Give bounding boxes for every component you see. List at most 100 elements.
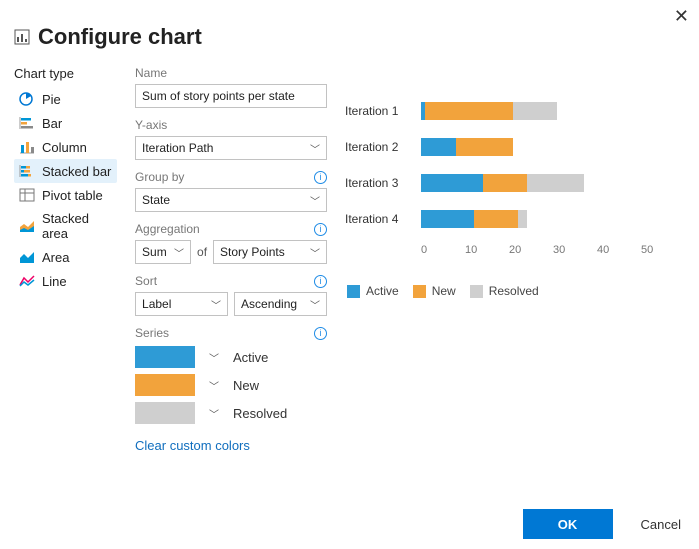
series-swatch-active[interactable] (135, 346, 195, 368)
cancel-button[interactable]: Cancel (641, 517, 681, 532)
chart-type-line[interactable]: Line (14, 269, 117, 293)
series-swatch-new[interactable] (135, 374, 195, 396)
column-icon (18, 139, 36, 155)
series-name: Resolved (233, 406, 287, 421)
chevron-down-icon[interactable]: ﹀ (209, 406, 219, 421)
chart-config-icon (14, 29, 30, 45)
chart-segment-new (425, 102, 513, 120)
series-name: Active (233, 350, 268, 365)
aggregation-label: Aggregation (135, 222, 200, 236)
chart-segment-resolved (513, 102, 557, 120)
legend-item: Resolved (470, 284, 539, 298)
chart-stacked-bar (421, 173, 685, 193)
chart-type-area[interactable]: Area (14, 245, 117, 269)
chart-type-label: Bar (42, 116, 62, 131)
dialog-header: Configure chart (0, 0, 699, 56)
info-icon[interactable]: i (314, 223, 327, 236)
chart-type-stacked-bar[interactable]: Stacked bar (14, 159, 117, 183)
chart-bar-row: Iteration 4 (345, 208, 685, 230)
name-input[interactable] (135, 84, 327, 108)
chart-preview: Iteration 1 Iteration 2 Iteration 3 Iterati… (345, 66, 685, 453)
chevron-down-icon[interactable]: ﹀ (209, 350, 219, 365)
sort-field-select[interactable]: Label﹀ (135, 292, 228, 316)
chart-segment-resolved (518, 210, 527, 228)
chart-segment-new (474, 210, 518, 228)
axis-tick: 0 (421, 244, 465, 256)
chart-type-label: Pie (42, 92, 61, 107)
aggregation-func-select[interactable]: Sum﹀ (135, 240, 191, 264)
chart-type-label: Column (42, 140, 87, 155)
chart-type-label: Pivot table (42, 188, 103, 203)
axis-tick: 10 (465, 244, 509, 256)
chart-segment-new (483, 174, 527, 192)
legend-swatch (413, 285, 426, 298)
stacked-bar-icon (18, 163, 36, 179)
pie-icon (18, 91, 36, 107)
groupby-label: Group by (135, 170, 184, 184)
sort-dir-value: Ascending (241, 297, 297, 311)
chart-type-label: Stacked bar (42, 164, 111, 179)
close-icon[interactable]: ✕ (674, 6, 689, 27)
chart-type-label: Stacked area (42, 211, 113, 241)
chart-category-label: Iteration 2 (345, 140, 421, 154)
groupby-select[interactable]: State﹀ (135, 188, 327, 212)
pivot-table-icon (18, 187, 36, 203)
series-row: ﹀ New (135, 374, 327, 396)
chart-type-stacked-area[interactable]: Stacked area (14, 207, 117, 245)
sort-label: Sort (135, 274, 157, 288)
chart-type-pivot-table[interactable]: Pivot table (14, 183, 117, 207)
chart-segment-active (421, 210, 474, 228)
series-name: New (233, 378, 259, 393)
chart-bar-row: Iteration 3 (345, 172, 685, 194)
yaxis-label: Y-axis (135, 118, 327, 132)
legend-swatch (470, 285, 483, 298)
axis-tick: 20 (509, 244, 553, 256)
area-icon (18, 249, 36, 265)
yaxis-select[interactable]: Iteration Path ﹀ (135, 136, 327, 160)
legend-item: Active (347, 284, 399, 298)
chart-segment-resolved (527, 174, 584, 192)
sort-dir-select[interactable]: Ascending ﹀ (234, 292, 327, 316)
chart-type-column[interactable]: Column (14, 135, 117, 159)
line-icon (18, 273, 36, 289)
chart-type-pie[interactable]: Pie (14, 87, 117, 111)
chart-type-heading: Chart type (14, 66, 117, 81)
chart-type-label: Area (42, 250, 69, 265)
info-icon[interactable]: i (314, 171, 327, 184)
chart-segment-new (456, 138, 513, 156)
bar-icon (18, 115, 36, 131)
chart-bar-row: Iteration 1 (345, 100, 685, 122)
series-swatch-resolved[interactable] (135, 402, 195, 424)
legend-item: New (413, 284, 456, 298)
dialog-footer: OK Cancel (523, 509, 681, 539)
chart-bar-row: Iteration 2 (345, 136, 685, 158)
chevron-down-icon: ﹀ (310, 297, 320, 312)
stacked-area-icon (18, 218, 36, 234)
clear-custom-colors-link[interactable]: Clear custom colors (135, 438, 327, 453)
chevron-down-icon: ﹀ (310, 245, 320, 260)
info-icon[interactable]: i (314, 327, 327, 340)
chart-category-label: Iteration 1 (345, 104, 421, 118)
aggregation-of: of (197, 245, 207, 259)
dialog-title: Configure chart (38, 24, 202, 50)
chart-segment-active (421, 138, 456, 156)
aggregation-field-value: Story Points (220, 245, 285, 259)
info-icon[interactable]: i (314, 275, 327, 288)
chart-type-bar[interactable]: Bar (14, 111, 117, 135)
aggregation-field-select[interactable]: Story Points ﹀ (213, 240, 327, 264)
legend-label: Resolved (489, 284, 539, 298)
groupby-value: State (142, 193, 170, 207)
chevron-down-icon[interactable]: ﹀ (209, 378, 219, 393)
chart-category-label: Iteration 4 (345, 212, 421, 226)
chart-type-panel: Chart type Pie Bar Column Stacked bar Pi… (14, 66, 117, 453)
config-form: Name Y-axis Iteration Path﹀ Group byi St… (135, 66, 327, 453)
x-axis: 01020304050 (421, 244, 685, 256)
series-row: ﹀ Resolved (135, 402, 327, 424)
series-row: ﹀ Active (135, 346, 327, 368)
legend-label: Active (366, 284, 399, 298)
ok-button[interactable]: OK (523, 509, 613, 539)
legend-label: New (432, 284, 456, 298)
yaxis-value: Iteration Path (142, 141, 213, 155)
chevron-down-icon: ﹀ (310, 141, 320, 156)
sort-field-value: Label (142, 297, 171, 311)
